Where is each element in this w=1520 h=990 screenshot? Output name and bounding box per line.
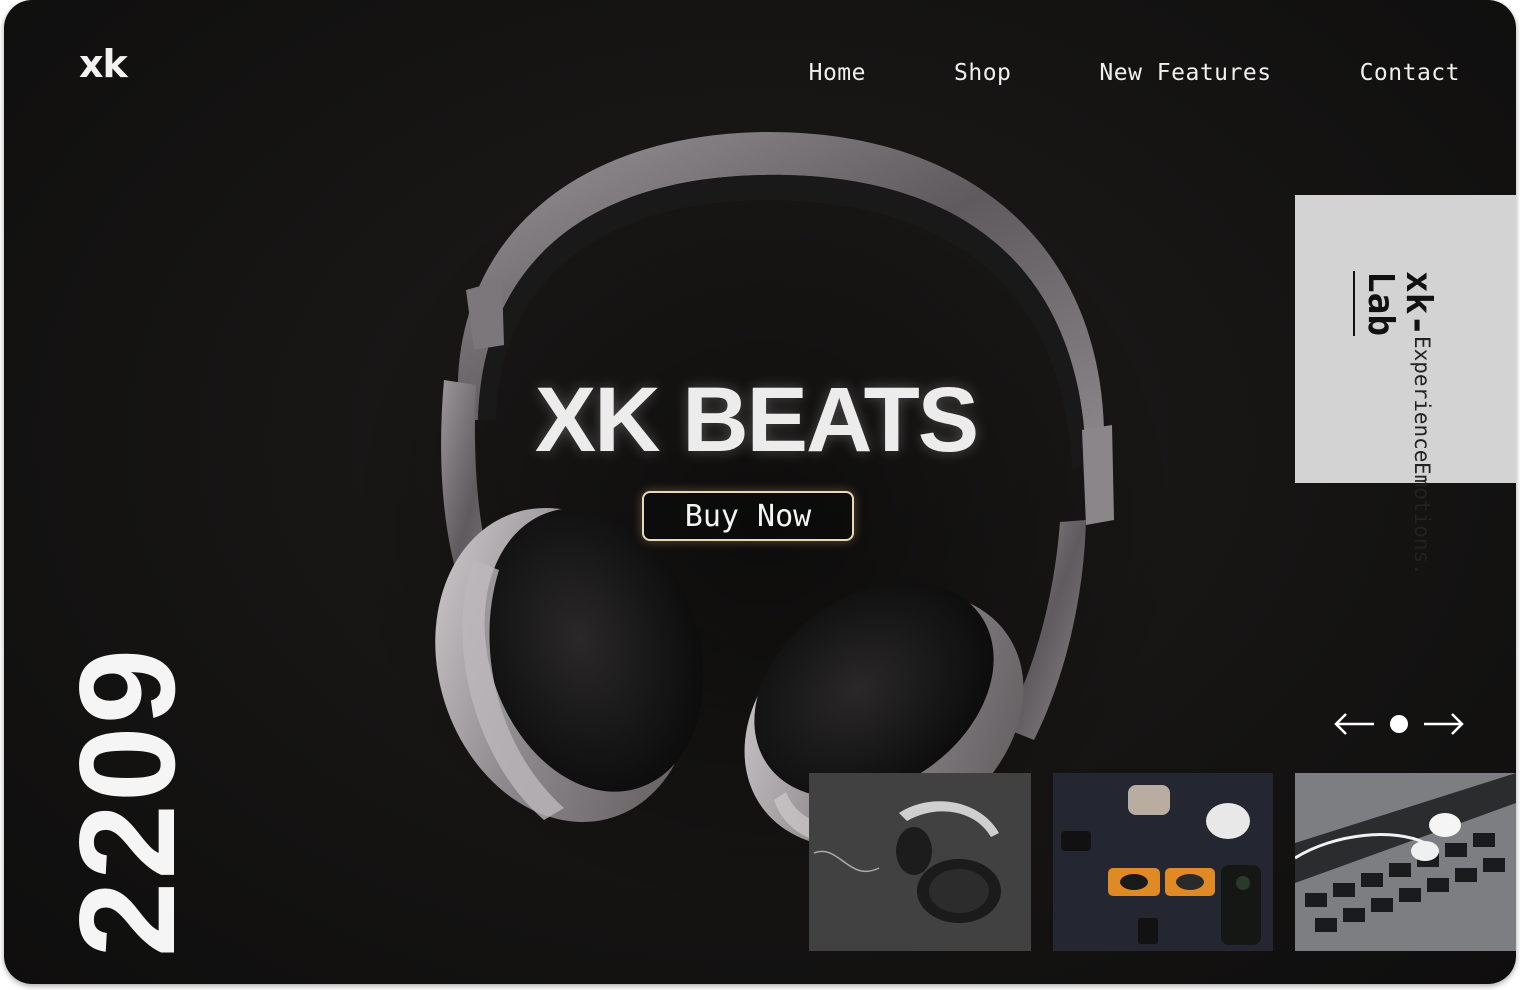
year-label-text: 2209 [51, 646, 203, 958]
lab-card-tagline-line1: Experience [1410, 336, 1434, 463]
nav-shop-link[interactable]: Shop [954, 60, 1011, 86]
lab-card-tagline-line2: Emotions. [1410, 462, 1434, 577]
laptop-photo-icon [1295, 773, 1516, 951]
lab-card-title: xk-Lab [1353, 271, 1439, 337]
slider-controls [1332, 712, 1466, 736]
headphones-photo-icon [809, 773, 1031, 951]
nav-contact-link[interactable]: Contact [1360, 60, 1460, 86]
nav-home-link[interactable]: Home [809, 60, 866, 86]
nav-new-features-link[interactable]: New Features [1099, 60, 1271, 86]
gallery-thumbnail-earbud-cases[interactable] [1053, 773, 1273, 951]
hero-page: xk Home Shop New Features Contact XK BEA… [4, 0, 1516, 984]
hero-title: XK BEATS [534, 369, 979, 471]
arrow-right-icon[interactable] [1422, 712, 1466, 736]
lab-promo-card: xk-Lab Experience Emotions. [1295, 195, 1516, 576]
year-label: 2209 [51, 647, 203, 958]
main-nav: Home Shop New Features Contact [809, 60, 1460, 86]
gallery-thumbnail-earphones-laptop[interactable] [1295, 773, 1516, 951]
buy-now-button[interactable]: Buy Now [642, 491, 854, 541]
arrow-left-icon[interactable] [1332, 712, 1376, 736]
slider-dot-active[interactable] [1390, 715, 1408, 733]
earbuds-photo-icon [1053, 773, 1273, 951]
brand-logo[interactable]: xk [79, 42, 128, 86]
gallery-thumbnail-headphones-wood[interactable] [809, 773, 1031, 951]
